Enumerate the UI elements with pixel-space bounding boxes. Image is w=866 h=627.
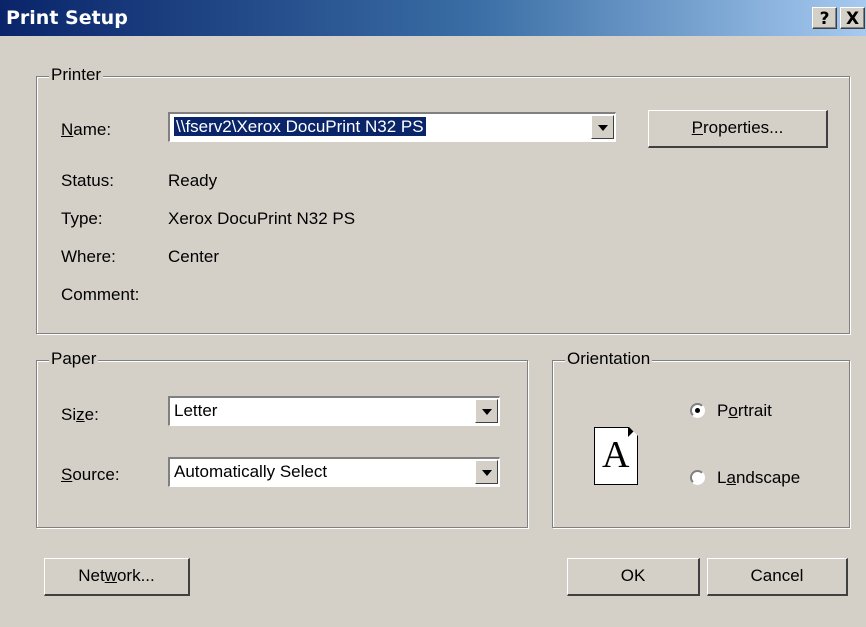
status-label: Status: bbox=[61, 171, 114, 190]
properties-button[interactable]: Properties... bbox=[648, 110, 828, 148]
where-value: Center bbox=[168, 247, 220, 266]
printer-name-value: \\fserv2\Xerox DocuPrint N32 PS bbox=[173, 116, 427, 137]
printer-legend: Printer bbox=[49, 65, 104, 85]
paper-legend: Paper bbox=[49, 349, 99, 369]
cancel-button[interactable]: Cancel bbox=[707, 558, 848, 596]
network-button[interactable]: Network... bbox=[44, 558, 190, 596]
landscape-radio[interactable] bbox=[690, 470, 705, 485]
paper-group: Paper bbox=[36, 349, 528, 528]
help-button[interactable]: ? bbox=[812, 7, 837, 29]
portrait-label[interactable]: Portrait bbox=[717, 401, 772, 421]
where-label: Where: bbox=[61, 247, 116, 266]
portrait-page-icon: A bbox=[594, 427, 638, 485]
landscape-label[interactable]: Landscape bbox=[717, 468, 800, 488]
printer-name-dropdown[interactable]: \\fserv2\Xerox DocuPrint N32 PS bbox=[168, 112, 616, 142]
orientation-legend: Orientation bbox=[565, 349, 653, 369]
paper-size-value: Letter bbox=[174, 401, 218, 420]
close-button[interactable]: X bbox=[840, 7, 865, 29]
chevron-down-icon[interactable] bbox=[591, 115, 614, 139]
chevron-down-icon[interactable] bbox=[475, 460, 498, 484]
type-label: Type: bbox=[61, 209, 103, 228]
name-label: Name: bbox=[61, 120, 112, 139]
paper-source-dropdown[interactable]: Automatically Select bbox=[168, 457, 500, 487]
paper-size-dropdown[interactable]: Letter bbox=[168, 396, 500, 426]
window-title: Print Setup bbox=[6, 7, 128, 29]
paper-source-value: Automatically Select bbox=[174, 462, 328, 481]
title-bar: Print Setup ? X bbox=[0, 0, 866, 36]
type-value: Xerox DocuPrint N32 PS bbox=[168, 209, 356, 228]
size-label: Size: bbox=[61, 405, 99, 424]
source-label: Source: bbox=[61, 465, 120, 484]
portrait-radio[interactable] bbox=[690, 403, 705, 418]
comment-label: Comment: bbox=[61, 285, 140, 304]
status-value: Ready bbox=[168, 171, 218, 190]
ok-button[interactable]: OK bbox=[567, 558, 700, 596]
chevron-down-icon[interactable] bbox=[475, 399, 498, 423]
